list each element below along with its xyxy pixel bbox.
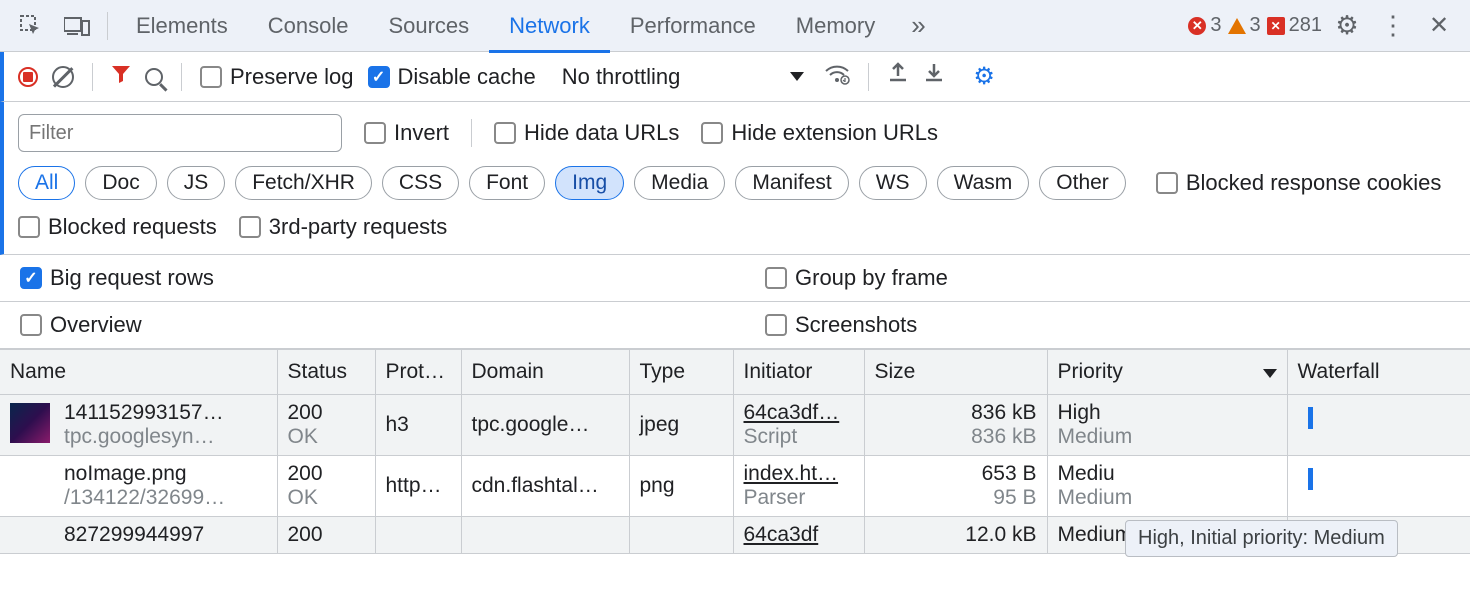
preserve-log-checkbox[interactable]: Preserve log <box>200 64 354 90</box>
type-filter-other[interactable]: Other <box>1039 166 1126 200</box>
status-cell: 200 <box>277 517 375 554</box>
type-filter-doc[interactable]: Doc <box>85 166 156 200</box>
tab-elements[interactable]: Elements <box>116 0 248 52</box>
waterfall-cell <box>1287 456 1470 517</box>
gear-icon[interactable]: ⚙ <box>1326 0 1368 52</box>
status-cell: 200OK <box>277 456 375 517</box>
col-waterfall[interactable]: Waterfall <box>1287 350 1470 395</box>
col-domain[interactable]: Domain <box>461 350 629 395</box>
tab-network[interactable]: Network <box>489 0 610 52</box>
col-name[interactable]: Name <box>0 350 277 395</box>
kebab-icon[interactable]: ⋮ <box>1372 0 1414 52</box>
col-type[interactable]: Type <box>629 350 733 395</box>
search-icon[interactable] <box>145 68 163 86</box>
name-cell[interactable]: noImage.png/134122/32699… <box>0 456 277 517</box>
close-icon[interactable]: ✕ <box>1418 0 1460 52</box>
type-filter-media[interactable]: Media <box>634 166 725 200</box>
waterfall-bar-icon <box>1308 468 1313 490</box>
col-initiator[interactable]: Initiator <box>733 350 864 395</box>
type-cell: jpeg <box>629 395 733 456</box>
col-status[interactable]: Status <box>277 350 375 395</box>
name-cell[interactable]: 827299944997 <box>0 517 277 554</box>
type-cell <box>629 517 733 554</box>
inspect-icon[interactable] <box>10 0 52 52</box>
col-size[interactable]: Size <box>864 350 1047 395</box>
type-filter-font[interactable]: Font <box>469 166 545 200</box>
view-options-row-2: Overview Screenshots <box>0 302 1470 349</box>
hide-data-urls-checkbox[interactable]: Hide data URLs <box>494 120 679 146</box>
tab-sources[interactable]: Sources <box>368 0 489 52</box>
network-conditions-icon[interactable] <box>824 63 850 91</box>
type-cell: png <box>629 456 733 517</box>
type-filter-wasm[interactable]: Wasm <box>937 166 1030 200</box>
protocol-cell: http… <box>375 456 461 517</box>
tab-console[interactable]: Console <box>248 0 369 52</box>
message-icon: ✕ <box>1267 17 1285 35</box>
network-toolbar: Preserve log Disable cache No throttling… <box>0 52 1470 102</box>
disable-cache-checkbox[interactable]: Disable cache <box>368 64 536 90</box>
record-button[interactable] <box>18 67 38 87</box>
more-tabs-chevron[interactable]: » <box>899 0 937 52</box>
thumbnail-icon <box>10 403 50 443</box>
group-by-frame-checkbox[interactable]: Group by frame <box>765 265 948 291</box>
type-filter-img[interactable]: Img <box>555 166 624 200</box>
size-cell: 653 B95 B <box>864 456 1047 517</box>
warning-count[interactable]: 3 <box>1228 14 1261 37</box>
domain-cell: tpc.google… <box>461 395 629 456</box>
hide-extension-urls-checkbox[interactable]: Hide extension URLs <box>701 120 938 146</box>
third-party-checkbox[interactable]: 3rd-party requests <box>239 214 448 240</box>
domain-cell: cdn.flashtal… <box>461 456 629 517</box>
protocol-cell: h3 <box>375 395 461 456</box>
clear-button[interactable] <box>52 66 74 88</box>
blocked-cookies-checkbox[interactable]: Blocked response cookies <box>1156 170 1442 196</box>
size-cell: 836 kB836 kB <box>864 395 1047 456</box>
error-count[interactable]: ✕3 <box>1188 14 1221 37</box>
tab-performance[interactable]: Performance <box>610 0 776 52</box>
type-filter-ws[interactable]: WS <box>859 166 927 200</box>
device-toggle-icon[interactable] <box>56 0 98 52</box>
priority-tooltip: High, Initial priority: Medium <box>1125 520 1398 557</box>
type-filter-js[interactable]: JS <box>167 166 226 200</box>
warning-icon <box>1228 18 1246 34</box>
view-options-row-1: Big request rows Group by frame <box>0 255 1470 302</box>
initiator-cell[interactable]: 64ca3df <box>733 517 864 554</box>
initiator-cell[interactable]: 64ca3df…Script <box>733 395 864 456</box>
type-filter-css[interactable]: CSS <box>382 166 459 200</box>
screenshots-checkbox[interactable]: Screenshots <box>765 312 917 338</box>
table-row[interactable]: noImage.png/134122/32699…200OKhttp…cdn.f… <box>0 456 1470 517</box>
size-cell: 12.0 kB <box>864 517 1047 554</box>
type-filter-manifest[interactable]: Manifest <box>735 166 848 200</box>
devtools-tabbar: ElementsConsoleSourcesNetworkPerformance… <box>0 0 1470 52</box>
protocol-cell <box>375 517 461 554</box>
network-settings-icon[interactable]: ⚙ <box>973 62 995 91</box>
priority-cell: MediuMedium <box>1047 456 1287 517</box>
import-har-icon[interactable] <box>923 62 945 91</box>
table-row[interactable]: 141152993157…tpc.googlesyn…200OKh3tpc.go… <box>0 395 1470 456</box>
tab-memory[interactable]: Memory <box>776 0 895 52</box>
message-count[interactable]: ✕281 <box>1267 14 1322 37</box>
domain-cell <box>461 517 629 554</box>
filter-input[interactable] <box>18 114 342 152</box>
waterfall-cell <box>1287 395 1470 456</box>
status-counters[interactable]: ✕3 3 ✕281 <box>1188 14 1322 37</box>
type-filter-all[interactable]: All <box>18 166 75 200</box>
filter-bar: Invert Hide data URLs Hide extension URL… <box>0 102 1470 255</box>
export-har-icon[interactable] <box>887 62 909 91</box>
col-prot[interactable]: Prot… <box>375 350 461 395</box>
filter-icon[interactable] <box>111 64 131 90</box>
priority-cell: HighMedium <box>1047 395 1287 456</box>
error-icon: ✕ <box>1188 17 1206 35</box>
initiator-cell[interactable]: index.ht…Parser <box>733 456 864 517</box>
throttling-select[interactable]: No throttling <box>556 64 811 90</box>
type-filter-fetchxhr[interactable]: Fetch/XHR <box>235 166 372 200</box>
waterfall-bar-icon <box>1308 407 1313 429</box>
name-cell[interactable]: 141152993157…tpc.googlesyn… <box>0 395 277 456</box>
chevron-down-icon <box>790 72 804 81</box>
big-request-rows-checkbox[interactable]: Big request rows <box>20 265 214 291</box>
col-priority[interactable]: Priority <box>1047 350 1287 395</box>
blocked-requests-checkbox[interactable]: Blocked requests <box>18 214 217 240</box>
overview-checkbox[interactable]: Overview <box>20 312 142 338</box>
status-cell: 200OK <box>277 395 375 456</box>
invert-checkbox[interactable]: Invert <box>364 120 449 146</box>
